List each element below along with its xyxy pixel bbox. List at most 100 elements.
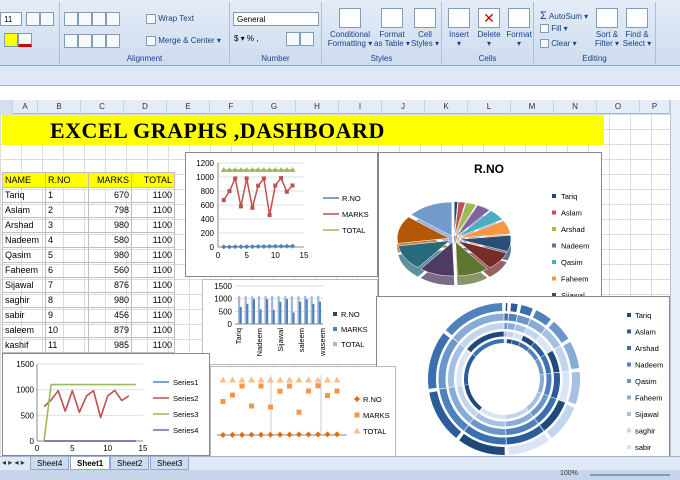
table-cell[interactable]: 1100: [131, 247, 175, 263]
column-header-j[interactable]: J: [382, 100, 425, 114]
table-cell[interactable]: Qasim: [2, 247, 46, 263]
column-header-g[interactable]: G: [253, 100, 296, 114]
sheet-tab-sheet3[interactable]: Sheet3: [150, 457, 190, 470]
column-header-m[interactable]: M: [511, 100, 554, 114]
table-cell[interactable]: 980: [88, 217, 132, 233]
table-cell[interactable]: 560: [88, 262, 132, 278]
format-as-table-button[interactable]: Format as Table ▾: [374, 8, 410, 48]
column-header-o[interactable]: O: [597, 100, 640, 114]
table-cell[interactable]: 5: [45, 247, 89, 263]
vertical-scrollbar[interactable]: [670, 100, 680, 456]
decimal-buttons[interactable]: [286, 32, 314, 46]
fill-button[interactable]: Fill ▾: [540, 24, 568, 34]
table-cell[interactable]: 580: [88, 232, 132, 248]
table-cell[interactable]: 9: [45, 307, 89, 323]
table-cell[interactable]: 1100: [131, 277, 175, 293]
column-header-p[interactable]: P: [640, 100, 670, 114]
table-cell[interactable]: 1100: [131, 322, 175, 338]
column-header-f[interactable]: F: [210, 100, 253, 114]
zoom-level[interactable]: 100%: [560, 470, 578, 477]
scatter-chart[interactable]: R.NO MARKS TOTAL: [210, 366, 396, 458]
table-header-cell[interactable]: R.NO: [45, 172, 89, 188]
pie-chart[interactable]: R.NO Tariq Aslam Arshad Nadeem Qasim Faheem Sij…: [378, 152, 602, 300]
table-header-cell[interactable]: MARKS: [88, 172, 132, 188]
column-header-l[interactable]: L: [468, 100, 511, 114]
table-cell[interactable]: 7: [45, 277, 89, 293]
table-row: kashif 11 985 1100: [2, 337, 175, 353]
sort-filter-button[interactable]: Sort & Filter ▾: [592, 8, 622, 48]
table-cell[interactable]: Aslam: [2, 202, 46, 218]
table-cell[interactable]: 1100: [131, 307, 175, 323]
donut-chart[interactable]: Tariq Aslam Arshad Nadeem Qasim Faheem Sijawal…: [376, 296, 670, 458]
table-cell[interactable]: 456: [88, 307, 132, 323]
table-cell[interactable]: 1100: [131, 337, 175, 353]
table-cell[interactable]: Nadeem: [2, 232, 46, 248]
table-cell[interactable]: 985: [88, 337, 132, 353]
sheet-nav-arrows[interactable]: ◂ ▸ ◂ ▸: [2, 458, 25, 467]
sheet-tab-sheet1[interactable]: Sheet1: [70, 457, 111, 470]
table-cell[interactable]: 879: [88, 322, 132, 338]
table-cell[interactable]: 1100: [131, 292, 175, 308]
line-chart-1[interactable]: 0 200 400 600 800 1000 1200 0 5 10 15 R.NO MARKS TOTA…: [185, 152, 378, 277]
table-cell[interactable]: 2: [45, 202, 89, 218]
table-cell[interactable]: 876: [88, 277, 132, 293]
zoom-slider[interactable]: [590, 474, 670, 476]
merge-center-button[interactable]: Merge & Center ▾: [146, 36, 221, 46]
table-cell[interactable]: 1: [45, 187, 89, 203]
halign-buttons[interactable]: [64, 34, 120, 48]
table-cell[interactable]: saghir: [2, 292, 46, 308]
line-chart-2[interactable]: 0 500 1000 1500 0 5 10 15 Series1 Series2 Series3 S…: [2, 353, 210, 456]
table-cell[interactable]: 6: [45, 262, 89, 278]
number-format-combo[interactable]: General: [233, 12, 319, 26]
table-cell[interactable]: 980: [88, 247, 132, 263]
bar-chart[interactable]: 0 500 1000 1500 Tariq Nadeem Sijawal saleem wase…: [202, 279, 378, 365]
table-cell[interactable]: Arshad: [2, 217, 46, 233]
find-select-button[interactable]: Find & Select ▾: [622, 8, 652, 48]
table-cell[interactable]: 3: [45, 217, 89, 233]
table-cell[interactable]: Tariq: [2, 187, 46, 203]
column-header-h[interactable]: H: [296, 100, 339, 114]
table-cell[interactable]: 798: [88, 202, 132, 218]
table-cell[interactable]: 1100: [131, 187, 175, 203]
table-cell[interactable]: 10: [45, 322, 89, 338]
table-cell[interactable]: Faheem: [2, 262, 46, 278]
table-cell[interactable]: Sijawal: [2, 277, 46, 293]
clear-button[interactable]: Clear ▾: [540, 39, 577, 49]
table-cell[interactable]: 980: [88, 292, 132, 308]
table-cell[interactable]: 4: [45, 232, 89, 248]
table-cell[interactable]: 1100: [131, 262, 175, 278]
delete-button[interactable]: ✕ Delete ▾: [474, 8, 504, 48]
column-header-k[interactable]: K: [425, 100, 468, 114]
table-cell[interactable]: 8: [45, 292, 89, 308]
select-all-corner[interactable]: [0, 100, 13, 114]
column-header-i[interactable]: I: [339, 100, 382, 114]
column-header-e[interactable]: E: [167, 100, 210, 114]
table-cell[interactable]: kashif: [2, 337, 46, 353]
table-cell[interactable]: 1100: [131, 232, 175, 248]
autosum-button[interactable]: Σ AutoSum ▾: [540, 10, 588, 22]
table-header-cell[interactable]: NAME: [2, 172, 46, 188]
table-header-cell[interactable]: TOTAL: [131, 172, 175, 188]
align-buttons[interactable]: [64, 12, 120, 26]
category-label: waseem: [318, 328, 327, 357]
currency-button[interactable]: $ ▾ % ,: [234, 34, 259, 43]
table-cell[interactable]: sabir: [2, 307, 46, 323]
sheet-tab-sheet4[interactable]: Sheet4: [30, 457, 70, 470]
format-button[interactable]: Format ▾: [504, 8, 534, 48]
conditional-formatting-button[interactable]: Conditional Formatting ▾: [326, 8, 374, 48]
column-header-a[interactable]: A: [13, 100, 38, 114]
column-header-c[interactable]: C: [81, 100, 124, 114]
column-header-n[interactable]: N: [554, 100, 597, 114]
cell-styles-button[interactable]: Cell Styles ▾: [410, 8, 440, 48]
table-cell[interactable]: 1100: [131, 202, 175, 218]
table-cell[interactable]: saleem: [2, 322, 46, 338]
table-cell[interactable]: 11: [45, 337, 89, 353]
column-header-d[interactable]: D: [124, 100, 167, 114]
insert-button[interactable]: Insert ▾: [444, 8, 474, 48]
table-cell[interactable]: 1100: [131, 217, 175, 233]
table-cell[interactable]: 670: [88, 187, 132, 203]
column-header-b[interactable]: B: [38, 100, 81, 114]
formula-bar-area[interactable]: [0, 66, 680, 86]
wrap-text-button[interactable]: Wrap Text: [146, 14, 194, 24]
sheet-tab-sheet2[interactable]: Sheet2: [110, 457, 150, 470]
